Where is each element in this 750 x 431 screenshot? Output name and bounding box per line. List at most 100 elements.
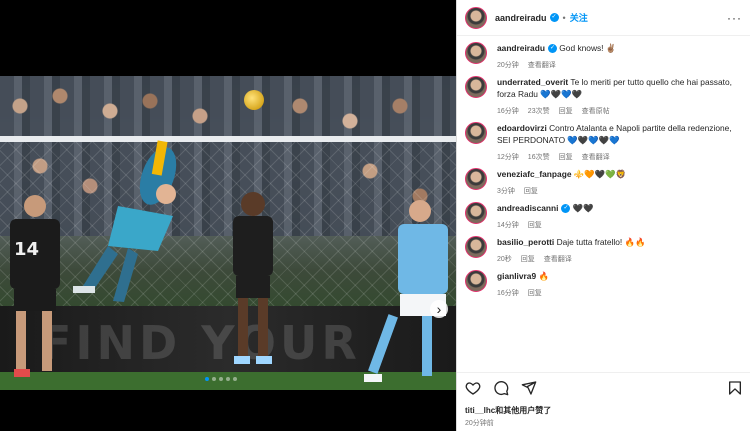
comment-text: underrated_overit Te lo meriti per tutto… <box>497 76 737 100</box>
comment-body: underrated_overit Te lo meriti per tutto… <box>497 76 737 116</box>
commenter-avatar[interactable] <box>465 270 487 292</box>
comment-item: aandreiradu ✓ God knows! ✌🏽 20分钟 查看翻译 <box>457 36 750 70</box>
liked-by-rest: 和其他用户赞了 <box>495 406 552 415</box>
follow-button[interactable]: 关注 <box>570 11 588 24</box>
comment-body: gianlivra9 🔥 16分钟 回复 <box>497 270 737 298</box>
comment-body: veneziafc_fanpage ⚜️🧡🖤💚🦁 3分钟 回复 <box>497 168 737 196</box>
commenter-avatar[interactable] <box>465 122 487 144</box>
more-options-icon[interactable]: ··· <box>727 11 742 25</box>
comment-meta: 20秒 回复 查看翻译 <box>497 254 737 264</box>
carousel-dot <box>205 377 209 381</box>
commenter-username[interactable]: gianlivra9 <box>497 271 536 281</box>
comment-content: ⚜️🧡🖤💚🦁 <box>573 169 626 179</box>
comment-time: 16分钟 <box>497 108 519 115</box>
comment-likes[interactable]: 16次赞 <box>528 152 550 162</box>
commenter-username[interactable]: aandreiradu <box>497 43 545 53</box>
comment-body: edoardovirzi Contro Atalanta e Napoli pa… <box>497 122 737 162</box>
translate-button[interactable]: 查看翻译 <box>544 254 572 264</box>
comment-time: 12分钟 <box>497 154 519 161</box>
comment-item: gianlivra9 🔥 16分钟 回复 <box>457 264 750 298</box>
header-separator: • <box>562 12 566 23</box>
comment-text: aandreiradu ✓ God knows! ✌🏽 <box>497 42 737 54</box>
comment-text: andreadiscanni ✓ 🖤🖤 <box>497 202 737 214</box>
reply-button[interactable]: 回复 <box>559 106 573 116</box>
carousel-next-button[interactable]: › <box>430 300 448 318</box>
commenter-username[interactable]: edoardovirzi <box>497 123 547 133</box>
carousel-dot <box>226 377 230 381</box>
reply-button[interactable]: 回复 <box>528 220 542 230</box>
commenter-avatar[interactable] <box>465 202 487 224</box>
commenter-username[interactable]: underrated_overit <box>497 77 568 87</box>
reply-button[interactable]: 回复 <box>528 288 542 298</box>
player-number: 14 <box>14 239 39 260</box>
comment-body: aandreiradu ✓ God knows! ✌🏽 20分钟 查看翻译 <box>497 42 737 70</box>
comment-meta: 20分钟 查看翻译 <box>497 60 737 70</box>
translate-button[interactable]: 查看翻译 <box>528 60 556 70</box>
post-time-ago: 20分钟前 <box>465 420 494 427</box>
reply-button[interactable]: 回复 <box>521 254 535 264</box>
comments-list[interactable]: aandreiradu ✓ God knows! ✌🏽 20分钟 查看翻译 und… <box>457 36 750 370</box>
commenter-avatar[interactable] <box>465 76 487 98</box>
carousel-dot <box>233 377 237 381</box>
carousel-dot <box>219 377 223 381</box>
commenter-avatar[interactable] <box>465 236 487 258</box>
carousel-indicator <box>205 377 237 381</box>
translate-button[interactable]: 查看原帖 <box>582 106 610 116</box>
commenter-username[interactable]: andreadiscanni <box>497 203 558 213</box>
post-side-panel: aandreiradu ✓ • 关注 ··· aandreiradu ✓ God … <box>456 0 750 431</box>
reply-button[interactable]: 回复 <box>524 186 538 196</box>
commenter-username[interactable]: veneziafc_fanpage <box>497 169 571 179</box>
author-avatar[interactable] <box>465 6 487 29</box>
commenter-username[interactable]: basilio_perotti <box>497 237 554 247</box>
reply-button[interactable]: 回复 <box>559 152 573 162</box>
comment-likes[interactable]: 23次赞 <box>528 106 550 116</box>
carousel-dot <box>212 377 216 381</box>
outfield-player-left: 14 <box>10 195 60 377</box>
liked-by-user[interactable]: titi__lhc <box>465 406 495 415</box>
commenter-avatar[interactable] <box>465 168 487 190</box>
commenter-avatar[interactable] <box>465 42 487 64</box>
post-header: aandreiradu ✓ • 关注 ··· <box>457 0 750 36</box>
comment-meta: 16分钟 23次赞 回复 查看原帖 <box>497 106 737 116</box>
translate-button[interactable]: 查看翻译 <box>582 152 610 162</box>
outfield-player-blue <box>364 200 448 382</box>
comment-text: gianlivra9 🔥 <box>497 270 737 282</box>
post-media: FIND YOUR 14 › <box>0 0 456 431</box>
post-actions-bar <box>457 372 750 402</box>
football <box>244 90 264 110</box>
comment-time: 20分钟 <box>497 62 519 69</box>
goalkeeper-figure <box>73 140 177 302</box>
comment-time: 3分钟 <box>497 188 515 195</box>
comment-content: God knows! ✌🏽 <box>559 43 617 53</box>
comment-content: Daje tutta fratello! 🔥🔥 <box>556 237 646 247</box>
comment-item: underrated_overit Te lo meriti per tutto… <box>457 70 750 116</box>
post-photo[interactable]: FIND YOUR 14 › <box>0 76 456 390</box>
bookmark-icon[interactable] <box>727 380 743 396</box>
comment-text: veneziafc_fanpage ⚜️🧡🖤💚🦁 <box>497 168 737 180</box>
share-icon[interactable] <box>521 380 537 396</box>
verified-badge-icon: ✓ <box>561 204 571 214</box>
comment-item: veneziafc_fanpage ⚜️🧡🖤💚🦁 3分钟 回复 <box>457 162 750 196</box>
comment-content: 🖤🖤 <box>572 203 594 213</box>
outfield-player-dark <box>233 192 273 364</box>
comment-time: 20秒 <box>497 256 512 263</box>
comment-text: basilio_perotti Daje tutta fratello! 🔥🔥 <box>497 236 737 248</box>
heart-icon[interactable] <box>465 380 481 396</box>
comment-item: edoardovirzi Contro Atalanta e Napoli pa… <box>457 116 750 162</box>
verified-badge-icon: ✓ <box>547 44 557 54</box>
author-username[interactable]: aandreiradu <box>495 13 547 23</box>
comment-text: edoardovirzi Contro Atalanta e Napoli pa… <box>497 122 737 146</box>
comment-body: basilio_perotti Daje tutta fratello! 🔥🔥 … <box>497 236 737 264</box>
comment-icon[interactable] <box>493 380 509 396</box>
comment-meta: 14分钟 回复 <box>497 220 737 230</box>
comment-meta: 3分钟 回复 <box>497 186 737 196</box>
comment-meta: 12分钟 16次赞 回复 查看翻译 <box>497 152 737 162</box>
ad-board-text: FIND YOUR <box>40 316 361 370</box>
liked-by-text[interactable]: titi__lhc和其他用户赞了 <box>465 405 551 416</box>
comment-item: andreadiscanni ✓ 🖤🖤 14分钟 回复 <box>457 196 750 230</box>
comment-item: basilio_perotti Daje tutta fratello! 🔥🔥 … <box>457 230 750 264</box>
comment-body: andreadiscanni ✓ 🖤🖤 14分钟 回复 <box>497 202 737 230</box>
comment-time: 14分钟 <box>497 222 519 229</box>
comment-time: 16分钟 <box>497 290 519 297</box>
comment-content: 🔥 <box>538 271 549 281</box>
